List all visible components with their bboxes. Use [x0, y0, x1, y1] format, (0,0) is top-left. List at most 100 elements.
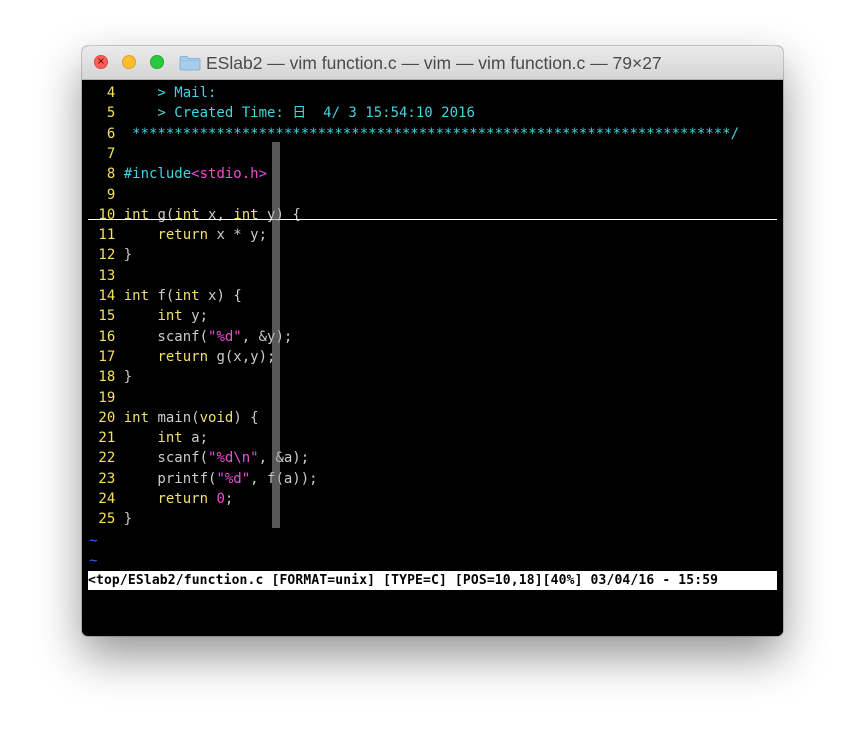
terminal-window: × ESlab2 — vim function.c — vim — vim fu…: [82, 46, 783, 636]
code-token: , &a);: [258, 450, 310, 467]
code-token: int: [174, 288, 200, 304]
code-token: ;: [224, 491, 234, 507]
code-token: return: [157, 227, 209, 244]
code-line[interactable]: 9: [90, 185, 124, 205]
line-number: 24: [90, 491, 124, 507]
code-token: <stdio.h>: [191, 166, 268, 183]
code-token: void: [199, 409, 234, 426]
code-token: }: [123, 247, 133, 264]
code-token: g(: [149, 206, 175, 223]
line-number: 10: [90, 206, 124, 223]
code-line[interactable]: 18 }: [90, 367, 132, 387]
close-button[interactable]: ×: [94, 55, 108, 69]
line-number: 6: [90, 125, 124, 142]
line-number: 8: [90, 166, 124, 183]
line-number: 16: [90, 328, 124, 345]
code-line[interactable]: 19: [90, 388, 124, 408]
title-bar[interactable]: × ESlab2 — vim function.c — vim — vim fu…: [82, 46, 783, 80]
code-token: x,: [199, 206, 234, 223]
line-number: 17: [90, 348, 124, 365]
code-line[interactable]: 13: [90, 266, 124, 286]
code-token: scanf(: [123, 450, 209, 467]
line-number: 14: [90, 288, 124, 304]
code-line[interactable]: 14 int f(int x) {: [90, 286, 242, 306]
code-token: > Created Time: 日 4/ 3 15:54:10 2016: [123, 105, 475, 122]
code-line[interactable]: 23 printf("%d", f(a));: [90, 469, 318, 489]
code-line[interactable]: 24 return 0;: [90, 489, 233, 509]
code-line[interactable]: 10 int g(int x, int y) {: [90, 205, 300, 225]
code-token: int: [174, 206, 200, 223]
code-token: scanf(: [123, 328, 209, 345]
cursor-line-underline: [88, 219, 777, 220]
line-number: 18: [90, 369, 124, 386]
code-token: f(: [149, 288, 175, 304]
code-token: int: [157, 308, 183, 325]
code-token: x * y;: [208, 227, 268, 244]
code-token: int: [123, 409, 150, 426]
code-line[interactable]: 11 return x * y;: [90, 225, 267, 245]
empty-line-tilde: ~: [89, 553, 98, 569]
color-column-highlight: [272, 142, 280, 528]
line-number: 20: [90, 409, 124, 426]
line-number: 25: [90, 511, 124, 528]
code-token: 0: [216, 491, 225, 507]
code-line[interactable]: 15 int y;: [90, 306, 208, 326]
code-line[interactable]: 8 #include<stdio.h>: [90, 164, 267, 184]
status-line: <top/ESlab2/function.c [FORMAT=unix] [TY…: [88, 571, 777, 590]
code-line[interactable]: 20 int main(void) {: [90, 408, 259, 428]
code-token: main(: [149, 409, 200, 426]
minimize-button[interactable]: [122, 55, 136, 69]
code-line[interactable]: 16 scanf("%d", &y);: [90, 327, 292, 347]
code-token: int: [233, 206, 259, 223]
code-line[interactable]: 6 **************************************…: [90, 124, 739, 144]
empty-line-tilde: ~: [89, 533, 98, 549]
code-line[interactable]: 21 int a;: [90, 428, 208, 448]
line-number: 15: [90, 308, 124, 325]
code-token: }: [123, 511, 133, 528]
code-token: , &y);: [241, 328, 293, 345]
line-number: 23: [90, 470, 124, 487]
line-number: 21: [90, 430, 124, 447]
code-line[interactable]: 17 return g(x,y);: [90, 347, 275, 367]
code-line[interactable]: 12 }: [90, 245, 132, 265]
line-number: 22: [90, 450, 124, 467]
close-icon: ×: [96, 56, 106, 67]
code-token: }: [123, 369, 133, 386]
code-token: return: [157, 348, 209, 365]
line-number: 12: [90, 247, 124, 264]
code-token: "%d": [216, 470, 251, 487]
line-number: 11: [90, 227, 124, 244]
code-token: printf(: [123, 470, 217, 487]
code-token: int: [123, 288, 150, 304]
line-number: 19: [90, 389, 124, 406]
code-line[interactable]: 7: [90, 144, 124, 164]
code-token: y;: [182, 308, 209, 325]
line-number: 7: [90, 145, 124, 162]
code-token: return: [157, 491, 209, 507]
vim-editor[interactable]: 4 > Mail: 5 > Created Time: 日 4/ 3 15:54…: [82, 80, 783, 636]
code-token: , f(a));: [250, 470, 318, 487]
line-number: 5: [90, 105, 124, 122]
code-token: g(x,y);: [208, 348, 276, 365]
code-token: x) {: [199, 288, 242, 304]
code-token: ) {: [233, 409, 259, 426]
code-token: "%d": [208, 328, 242, 345]
code-token: > Mail:: [123, 85, 217, 101]
code-line[interactable]: 25 }: [90, 509, 132, 529]
zoom-button[interactable]: [150, 55, 164, 69]
code-token: a;: [182, 430, 209, 447]
code-token: "%d\n": [208, 450, 259, 467]
code-token: ****************************************…: [123, 125, 740, 142]
code-line[interactable]: 4 > Mail:: [90, 83, 217, 103]
code-token: int: [157, 430, 183, 447]
folder-icon: [179, 56, 201, 71]
code-line[interactable]: 5 > Created Time: 日 4/ 3 15:54:10 2016: [90, 103, 475, 123]
window-title: ESlab2 — vim function.c — vim — vim func…: [206, 53, 662, 73]
line-number: 4: [90, 85, 124, 101]
line-number: 13: [90, 267, 124, 284]
code-token: #include: [123, 166, 192, 183]
code-token: int: [123, 206, 150, 223]
